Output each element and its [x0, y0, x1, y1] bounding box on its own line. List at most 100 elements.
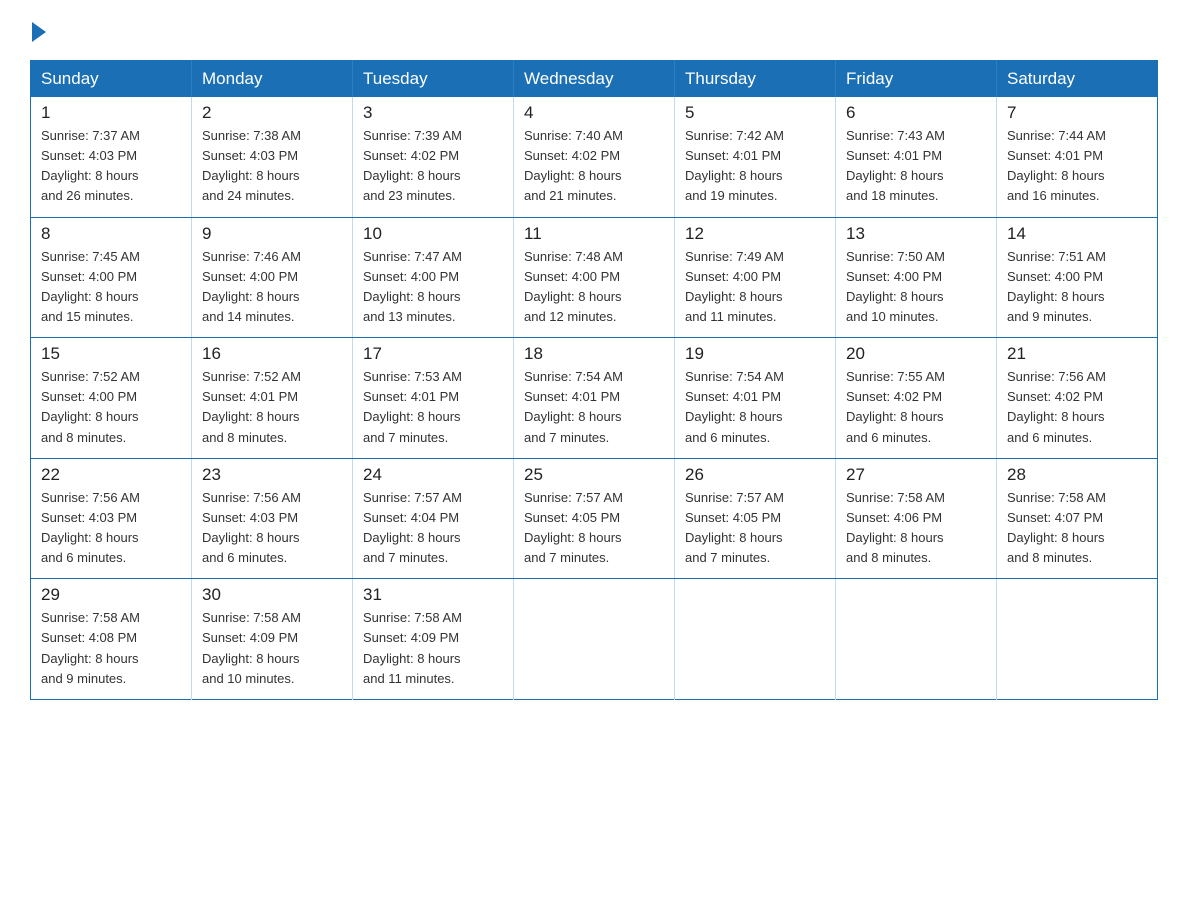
day-info: Sunrise: 7:42 AMSunset: 4:01 PMDaylight:…	[685, 128, 784, 203]
day-number: 29	[41, 585, 181, 605]
day-number: 28	[1007, 465, 1147, 485]
calendar-cell: 28 Sunrise: 7:58 AMSunset: 4:07 PMDaylig…	[997, 458, 1158, 579]
day-number: 31	[363, 585, 503, 605]
day-number: 9	[202, 224, 342, 244]
day-number: 20	[846, 344, 986, 364]
day-info: Sunrise: 7:58 AMSunset: 4:09 PMDaylight:…	[363, 610, 462, 685]
day-number: 18	[524, 344, 664, 364]
day-info: Sunrise: 7:52 AMSunset: 4:01 PMDaylight:…	[202, 369, 301, 444]
day-number: 25	[524, 465, 664, 485]
day-number: 27	[846, 465, 986, 485]
day-info: Sunrise: 7:47 AMSunset: 4:00 PMDaylight:…	[363, 249, 462, 324]
calendar-cell: 7 Sunrise: 7:44 AMSunset: 4:01 PMDayligh…	[997, 97, 1158, 217]
weekday-header-row: SundayMondayTuesdayWednesdayThursdayFrid…	[31, 61, 1158, 98]
calendar-cell: 27 Sunrise: 7:58 AMSunset: 4:06 PMDaylig…	[836, 458, 997, 579]
calendar-week-row: 22 Sunrise: 7:56 AMSunset: 4:03 PMDaylig…	[31, 458, 1158, 579]
day-info: Sunrise: 7:45 AMSunset: 4:00 PMDaylight:…	[41, 249, 140, 324]
calendar-cell: 22 Sunrise: 7:56 AMSunset: 4:03 PMDaylig…	[31, 458, 192, 579]
calendar-week-row: 15 Sunrise: 7:52 AMSunset: 4:00 PMDaylig…	[31, 338, 1158, 459]
calendar-cell: 18 Sunrise: 7:54 AMSunset: 4:01 PMDaylig…	[514, 338, 675, 459]
day-info: Sunrise: 7:43 AMSunset: 4:01 PMDaylight:…	[846, 128, 945, 203]
calendar-cell: 4 Sunrise: 7:40 AMSunset: 4:02 PMDayligh…	[514, 97, 675, 217]
day-info: Sunrise: 7:48 AMSunset: 4:00 PMDaylight:…	[524, 249, 623, 324]
calendar-cell: 23 Sunrise: 7:56 AMSunset: 4:03 PMDaylig…	[192, 458, 353, 579]
day-info: Sunrise: 7:37 AMSunset: 4:03 PMDaylight:…	[41, 128, 140, 203]
weekday-header-tuesday: Tuesday	[353, 61, 514, 98]
day-number: 10	[363, 224, 503, 244]
day-info: Sunrise: 7:54 AMSunset: 4:01 PMDaylight:…	[524, 369, 623, 444]
day-number: 6	[846, 103, 986, 123]
calendar-cell	[836, 579, 997, 700]
logo	[30, 20, 46, 42]
calendar-cell: 24 Sunrise: 7:57 AMSunset: 4:04 PMDaylig…	[353, 458, 514, 579]
day-info: Sunrise: 7:53 AMSunset: 4:01 PMDaylight:…	[363, 369, 462, 444]
day-info: Sunrise: 7:55 AMSunset: 4:02 PMDaylight:…	[846, 369, 945, 444]
day-number: 23	[202, 465, 342, 485]
day-info: Sunrise: 7:44 AMSunset: 4:01 PMDaylight:…	[1007, 128, 1106, 203]
calendar-cell: 19 Sunrise: 7:54 AMSunset: 4:01 PMDaylig…	[675, 338, 836, 459]
day-number: 24	[363, 465, 503, 485]
calendar-body: 1 Sunrise: 7:37 AMSunset: 4:03 PMDayligh…	[31, 97, 1158, 699]
day-info: Sunrise: 7:57 AMSunset: 4:04 PMDaylight:…	[363, 490, 462, 565]
day-info: Sunrise: 7:56 AMSunset: 4:02 PMDaylight:…	[1007, 369, 1106, 444]
day-info: Sunrise: 7:52 AMSunset: 4:00 PMDaylight:…	[41, 369, 140, 444]
calendar-cell: 6 Sunrise: 7:43 AMSunset: 4:01 PMDayligh…	[836, 97, 997, 217]
day-number: 15	[41, 344, 181, 364]
day-number: 13	[846, 224, 986, 244]
calendar-cell: 25 Sunrise: 7:57 AMSunset: 4:05 PMDaylig…	[514, 458, 675, 579]
calendar-cell: 8 Sunrise: 7:45 AMSunset: 4:00 PMDayligh…	[31, 217, 192, 338]
day-number: 19	[685, 344, 825, 364]
day-info: Sunrise: 7:54 AMSunset: 4:01 PMDaylight:…	[685, 369, 784, 444]
day-info: Sunrise: 7:39 AMSunset: 4:02 PMDaylight:…	[363, 128, 462, 203]
calendar-cell: 26 Sunrise: 7:57 AMSunset: 4:05 PMDaylig…	[675, 458, 836, 579]
calendar-week-row: 1 Sunrise: 7:37 AMSunset: 4:03 PMDayligh…	[31, 97, 1158, 217]
weekday-header-thursday: Thursday	[675, 61, 836, 98]
day-number: 14	[1007, 224, 1147, 244]
calendar-cell	[514, 579, 675, 700]
day-info: Sunrise: 7:57 AMSunset: 4:05 PMDaylight:…	[685, 490, 784, 565]
day-info: Sunrise: 7:56 AMSunset: 4:03 PMDaylight:…	[202, 490, 301, 565]
calendar-cell: 12 Sunrise: 7:49 AMSunset: 4:00 PMDaylig…	[675, 217, 836, 338]
calendar-cell: 30 Sunrise: 7:58 AMSunset: 4:09 PMDaylig…	[192, 579, 353, 700]
day-info: Sunrise: 7:49 AMSunset: 4:00 PMDaylight:…	[685, 249, 784, 324]
calendar-cell: 13 Sunrise: 7:50 AMSunset: 4:00 PMDaylig…	[836, 217, 997, 338]
day-number: 8	[41, 224, 181, 244]
day-number: 4	[524, 103, 664, 123]
calendar-cell: 29 Sunrise: 7:58 AMSunset: 4:08 PMDaylig…	[31, 579, 192, 700]
day-number: 1	[41, 103, 181, 123]
calendar-table: SundayMondayTuesdayWednesdayThursdayFrid…	[30, 60, 1158, 700]
day-number: 12	[685, 224, 825, 244]
calendar-cell: 17 Sunrise: 7:53 AMSunset: 4:01 PMDaylig…	[353, 338, 514, 459]
day-number: 16	[202, 344, 342, 364]
calendar-cell	[675, 579, 836, 700]
day-number: 11	[524, 224, 664, 244]
calendar-cell: 2 Sunrise: 7:38 AMSunset: 4:03 PMDayligh…	[192, 97, 353, 217]
day-info: Sunrise: 7:40 AMSunset: 4:02 PMDaylight:…	[524, 128, 623, 203]
calendar-cell: 3 Sunrise: 7:39 AMSunset: 4:02 PMDayligh…	[353, 97, 514, 217]
weekday-header-monday: Monday	[192, 61, 353, 98]
day-info: Sunrise: 7:56 AMSunset: 4:03 PMDaylight:…	[41, 490, 140, 565]
day-number: 26	[685, 465, 825, 485]
day-info: Sunrise: 7:51 AMSunset: 4:00 PMDaylight:…	[1007, 249, 1106, 324]
day-number: 3	[363, 103, 503, 123]
day-info: Sunrise: 7:38 AMSunset: 4:03 PMDaylight:…	[202, 128, 301, 203]
calendar-cell: 15 Sunrise: 7:52 AMSunset: 4:00 PMDaylig…	[31, 338, 192, 459]
calendar-cell: 16 Sunrise: 7:52 AMSunset: 4:01 PMDaylig…	[192, 338, 353, 459]
day-info: Sunrise: 7:58 AMSunset: 4:09 PMDaylight:…	[202, 610, 301, 685]
calendar-cell: 11 Sunrise: 7:48 AMSunset: 4:00 PMDaylig…	[514, 217, 675, 338]
calendar-cell: 31 Sunrise: 7:58 AMSunset: 4:09 PMDaylig…	[353, 579, 514, 700]
day-number: 21	[1007, 344, 1147, 364]
calendar-cell	[997, 579, 1158, 700]
day-number: 17	[363, 344, 503, 364]
weekday-header-wednesday: Wednesday	[514, 61, 675, 98]
calendar-cell: 10 Sunrise: 7:47 AMSunset: 4:00 PMDaylig…	[353, 217, 514, 338]
day-info: Sunrise: 7:46 AMSunset: 4:00 PMDaylight:…	[202, 249, 301, 324]
weekday-header-saturday: Saturday	[997, 61, 1158, 98]
weekday-header-sunday: Sunday	[31, 61, 192, 98]
calendar-week-row: 8 Sunrise: 7:45 AMSunset: 4:00 PMDayligh…	[31, 217, 1158, 338]
day-info: Sunrise: 7:57 AMSunset: 4:05 PMDaylight:…	[524, 490, 623, 565]
day-number: 5	[685, 103, 825, 123]
day-info: Sunrise: 7:58 AMSunset: 4:08 PMDaylight:…	[41, 610, 140, 685]
day-info: Sunrise: 7:58 AMSunset: 4:07 PMDaylight:…	[1007, 490, 1106, 565]
day-info: Sunrise: 7:50 AMSunset: 4:00 PMDaylight:…	[846, 249, 945, 324]
